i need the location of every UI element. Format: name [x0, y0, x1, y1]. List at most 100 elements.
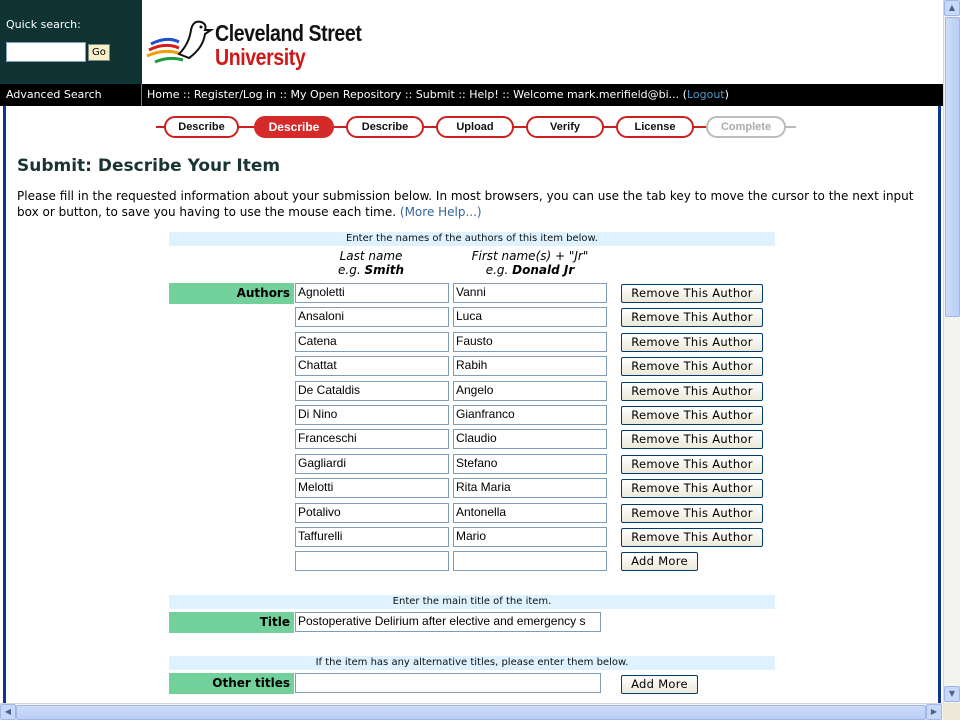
first-name-example-prefix: e.g.: [485, 263, 513, 277]
university-logo[interactable]: Cleveland Street University: [145, 14, 405, 74]
other-titles-add-more-button[interactable]: Add More: [621, 675, 698, 694]
scroll-left-arrow-icon[interactable]: ◀: [0, 704, 16, 720]
browser-viewport: Quick search: Go Cleveland Street Univer…: [0, 0, 943, 703]
last-name-example-value: Smith: [364, 263, 404, 277]
nav-links: Home :: Register/Log in :: My Open Repos…: [147, 88, 729, 101]
author-first-name-input[interactable]: Fausto: [453, 332, 607, 352]
nav-help-link[interactable]: Help!: [469, 88, 499, 101]
authors-label: Authors: [169, 283, 294, 304]
remove-author-button[interactable]: Remove This Author: [621, 430, 763, 449]
remove-author-button[interactable]: Remove This Author: [621, 479, 763, 498]
remove-author-button[interactable]: Remove This Author: [621, 382, 763, 401]
author-last-name-input[interactable]: Di Nino: [295, 405, 449, 425]
remove-author-button[interactable]: Remove This Author: [621, 308, 763, 327]
other-titles-banner: If the item has any alternative titles, …: [169, 656, 775, 670]
author-first-name-input[interactable]: Rabih: [453, 356, 607, 376]
author-last-name-input[interactable]: Melotti: [295, 478, 449, 498]
nav-submit-link[interactable]: Submit: [416, 88, 455, 101]
author-first-name-input[interactable]: Vanni: [453, 283, 607, 303]
author-last-name-input[interactable]: Chattat: [295, 356, 449, 376]
title-input[interactable]: Postoperative Delirium after elective an…: [295, 612, 601, 632]
step-license[interactable]: License: [616, 116, 694, 138]
last-name-hint-label: Last name: [339, 249, 403, 263]
logo-text-line1: Cleveland Street: [215, 20, 362, 46]
authors-banner: Enter the names of the authors of this i…: [169, 232, 775, 246]
author-first-name-input[interactable]: Gianfranco: [453, 405, 607, 425]
submission-progress-bar: Describe Describe Describe Upload Verify…: [156, 116, 796, 140]
step-describe-1[interactable]: Describe: [164, 116, 239, 138]
main-content: Describe Describe Describe Upload Verify…: [3, 106, 941, 703]
author-first-name-input[interactable]: Rita Maria: [453, 478, 607, 498]
navigation-bar: Advanced Search Home :: Register/Log in …: [0, 84, 943, 106]
last-name-example: e.g. Smith: [296, 263, 446, 277]
author-last-name-input[interactable]: Catena: [295, 332, 449, 352]
last-name-hint: Last name e.g. Smith: [296, 249, 446, 277]
nav-separator: ::: [182, 88, 191, 101]
first-name-example-value: Donald Jr: [512, 263, 575, 277]
author-last-name-input[interactable]: Gagliardi: [295, 454, 449, 474]
nav-separator: ::: [404, 88, 413, 101]
remove-author-button[interactable]: Remove This Author: [621, 455, 763, 474]
logout-link[interactable]: Logout: [687, 88, 725, 101]
author-first-name-input[interactable]: Angelo: [453, 381, 607, 401]
author-first-name-input-empty[interactable]: [453, 551, 607, 571]
scroll-down-arrow-icon[interactable]: ▼: [944, 686, 960, 702]
quick-search-input[interactable]: [6, 42, 86, 62]
step-upload[interactable]: Upload: [436, 116, 514, 138]
remove-author-button[interactable]: Remove This Author: [621, 357, 763, 376]
nav-separator: ::: [279, 88, 287, 101]
title-banner: Enter the main title of the item.: [169, 595, 775, 609]
author-first-name-input[interactable]: Stefano: [453, 454, 607, 474]
author-last-name-input[interactable]: Taffurelli: [295, 527, 449, 547]
other-titles-label: Other titles: [169, 673, 294, 694]
advanced-search-link[interactable]: Advanced Search: [0, 84, 142, 106]
quick-search-go-button[interactable]: Go: [88, 43, 110, 61]
nav-separator: ::: [458, 88, 466, 101]
author-first-name-input[interactable]: Claudio: [453, 429, 607, 449]
first-name-hint-label: First name(s) + "Jr": [471, 249, 589, 263]
site-header: Quick search: Go Cleveland Street Univer…: [0, 0, 943, 84]
logout-paren-close: ): [724, 88, 729, 101]
page-title: Submit: Describe Your Item: [17, 156, 281, 176]
other-titles-input[interactable]: [295, 673, 601, 693]
scrollbar-corner: [943, 703, 960, 720]
author-first-name-input[interactable]: Luca: [453, 307, 607, 327]
remove-author-button[interactable]: Remove This Author: [621, 528, 763, 547]
vertical-scroll-thumb[interactable]: [945, 17, 960, 317]
remove-author-button[interactable]: Remove This Author: [621, 406, 763, 425]
author-first-name-input[interactable]: Antonella: [453, 503, 607, 523]
author-last-name-input[interactable]: Ansaloni: [295, 307, 449, 327]
author-last-name-input-empty[interactable]: [295, 551, 449, 571]
vertical-scrollbar[interactable]: ▲ ▼: [943, 0, 960, 703]
quick-search-panel: Quick search: Go: [0, 0, 142, 84]
author-last-name-input[interactable]: Potalivo: [295, 503, 449, 523]
title-label: Title: [169, 612, 294, 633]
logo-text-line2: University: [215, 44, 306, 70]
author-first-name-input[interactable]: Mario: [453, 527, 607, 547]
quick-search-label: Quick search:: [6, 18, 81, 31]
authors-add-more-button[interactable]: Add More: [621, 552, 698, 571]
author-last-name-input[interactable]: Franceschi: [295, 429, 449, 449]
remove-author-button[interactable]: Remove This Author: [621, 284, 763, 303]
welcome-text: Welcome mark.merifield@bi...: [513, 88, 680, 101]
step-complete: Complete: [706, 116, 786, 138]
scroll-right-arrow-icon[interactable]: ▶: [926, 704, 942, 720]
horizontal-scroll-thumb[interactable]: [16, 705, 926, 720]
author-last-name-input[interactable]: De Cataldis: [295, 381, 449, 401]
first-name-hint: First name(s) + "Jr" e.g. Donald Jr: [454, 249, 606, 277]
step-verify[interactable]: Verify: [526, 116, 604, 138]
nav-register-link[interactable]: Register/Log in: [194, 88, 276, 101]
step-describe-2-current: Describe: [254, 116, 334, 138]
intro-text: Please fill in the requested information…: [17, 188, 932, 220]
bird-logo-icon: [146, 20, 215, 64]
nav-my-repository-link[interactable]: My Open Repository: [291, 88, 402, 101]
horizontal-scrollbar[interactable]: ◀ ▶: [0, 703, 943, 720]
nav-separator: ::: [502, 88, 510, 101]
remove-author-button[interactable]: Remove This Author: [621, 504, 763, 523]
more-help-link[interactable]: (More Help...): [400, 205, 482, 219]
author-last-name-input[interactable]: Agnoletti: [295, 283, 449, 303]
scroll-up-arrow-icon[interactable]: ▲: [944, 0, 960, 16]
step-describe-3[interactable]: Describe: [346, 116, 424, 138]
remove-author-button[interactable]: Remove This Author: [621, 333, 763, 352]
nav-home-link[interactable]: Home: [147, 88, 179, 101]
